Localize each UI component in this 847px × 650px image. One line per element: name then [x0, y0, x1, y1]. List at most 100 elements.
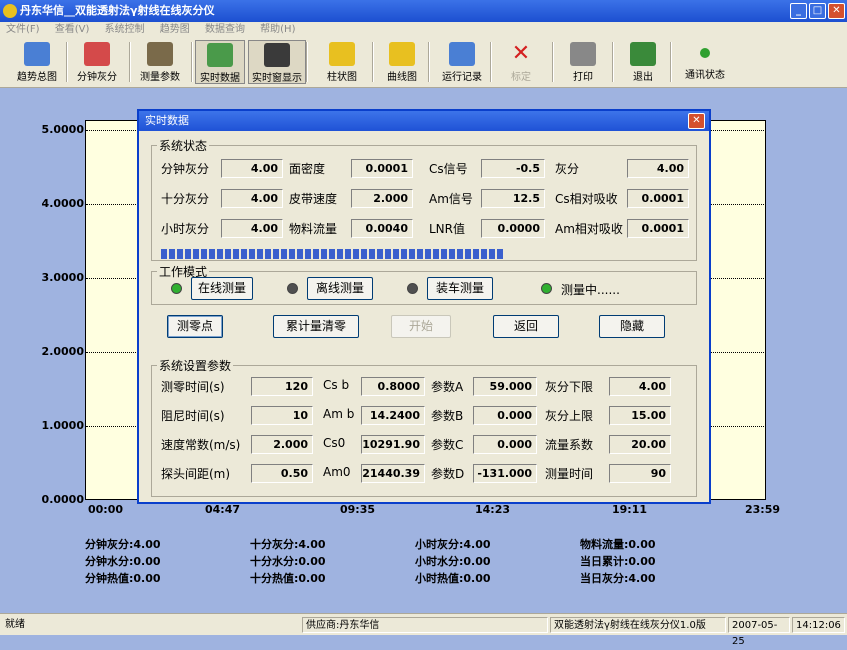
close-button[interactable]: ✕	[828, 3, 845, 19]
setting-value: 0.8000	[361, 377, 425, 396]
status-value: 0.0040	[351, 219, 413, 238]
status-value: 4.00	[221, 159, 283, 178]
mode-button-2[interactable]: 离线测量	[307, 277, 373, 300]
progress-segment	[225, 249, 231, 259]
progress-segment	[281, 249, 287, 259]
progress-segment	[345, 249, 351, 259]
minimize-button[interactable]: _	[790, 3, 807, 19]
back-button[interactable]: 返回	[493, 315, 559, 338]
toolbar-label: 标定	[511, 72, 531, 83]
progress-segment	[297, 249, 303, 259]
toolbar-separator	[490, 42, 492, 82]
status-value: 12.5	[481, 189, 545, 208]
settings-title: 系统设置参数	[157, 357, 234, 374]
progress-segment	[425, 249, 431, 259]
toolbar-separator	[191, 42, 193, 82]
toolbar-button-4[interactable]: 实时数据	[195, 40, 245, 84]
toolbar-separator	[612, 42, 614, 82]
toolbar-button-1[interactable]: 趋势总图	[10, 40, 64, 84]
status-bar: 就绪 供应商:丹东华信 双能透射法γ射线在线灰分仪1.0版 2007-05-25…	[0, 613, 847, 647]
status-date: 2007-05-25	[728, 617, 790, 647]
comm-status-icon	[700, 48, 710, 58]
setting-label: Cs0	[323, 436, 346, 450]
x-tick-label: 14:23	[475, 503, 511, 516]
mode-indicator-icon	[287, 283, 298, 294]
progress-segment	[361, 249, 367, 259]
setting-value: 0.50	[251, 464, 313, 483]
status-label: 物料流量	[289, 222, 338, 236]
setting-label: 参数D	[431, 467, 465, 481]
summary-stat: 十分水分:0.00	[250, 555, 326, 568]
setting-value: 90	[609, 464, 671, 483]
progress-segment	[217, 249, 223, 259]
status-value: 0.0000	[481, 219, 545, 238]
line-chart-icon	[389, 42, 415, 66]
menu-view[interactable]: 查看(V)	[49, 22, 96, 38]
toolbar-button-10[interactable]: 打印	[560, 40, 606, 84]
status-value: 0.0001	[627, 189, 689, 208]
setting-value: 0.000	[473, 435, 537, 454]
printer-icon	[570, 42, 596, 66]
progress-segment	[377, 249, 383, 259]
status-value: 4.00	[627, 159, 689, 178]
toolbar-button-7[interactable]: 曲线图	[378, 40, 426, 84]
zero-measure-button[interactable]: 测零点	[167, 315, 223, 338]
maximize-button[interactable]: □	[809, 3, 826, 19]
calibrate-icon: ✕	[511, 41, 531, 66]
setting-label: Am b	[323, 407, 355, 421]
summary-stat: 十分热值:0.00	[250, 572, 326, 585]
progress-segment	[193, 249, 199, 259]
progress-segment	[249, 249, 255, 259]
pie-chart-icon	[84, 42, 110, 66]
mode-indicator-icon	[171, 283, 182, 294]
menu-bar: 文件(F) 查看(V) 系统控制 趋势图 数据查询 帮助(H)	[0, 22, 847, 38]
x-tick-label: 19:11	[612, 503, 648, 516]
progress-segment	[433, 249, 439, 259]
setting-label: Am0	[323, 465, 351, 479]
setting-label: 测量时间	[545, 467, 594, 481]
mode-button-1[interactable]: 在线测量	[191, 277, 253, 300]
toolbar: 趋势总图 分钟灰分 测量参数 实时数据 实时窗显示 柱状图 曲线图 运行记录 ✕ 标定 打印 退出 通讯…	[0, 38, 847, 88]
mode-indicator-icon	[541, 283, 552, 294]
toolbar-button-8[interactable]: 运行记录	[433, 40, 491, 84]
progress-segment	[313, 249, 319, 259]
window-title: 丹东华信__双能透射法γ射线在线灰分仪	[20, 4, 215, 17]
toolbar-label: 趋势总图	[17, 72, 57, 83]
setting-label: 参数A	[431, 380, 464, 394]
status-label: Am信号	[429, 192, 473, 206]
menu-system-control[interactable]: 系统控制	[99, 22, 151, 38]
progress-segment	[241, 249, 247, 259]
status-label: 十分灰分	[161, 192, 210, 206]
setting-label: 阻尼时间(s)	[161, 409, 225, 423]
setting-label: 参数C	[431, 438, 464, 452]
menu-trend[interactable]: 趋势图	[154, 22, 196, 38]
toolbar-button-5[interactable]: 实时窗显示	[248, 40, 306, 84]
app-icon	[3, 4, 17, 18]
hide-button[interactable]: 隐藏	[599, 315, 665, 338]
bar-chart-icon	[329, 42, 355, 66]
y-tick-label: 3.0000	[41, 271, 84, 284]
toolbar-label: 通讯状态	[685, 70, 725, 81]
toolbar-button-12[interactable]: 通讯状态	[676, 40, 734, 84]
status-label: 面密度	[289, 162, 326, 176]
setting-label: 探头间距(m)	[161, 467, 231, 481]
realtime-data-icon	[207, 43, 233, 67]
toolbar-button-2[interactable]: 分钟灰分	[70, 40, 124, 84]
status-product: 双能透射法γ射线在线灰分仪1.0版	[550, 617, 726, 633]
toolbar-button-11[interactable]: 退出	[620, 40, 666, 84]
progress-bar	[161, 249, 691, 259]
mode-button-3[interactable]: 装车测量	[427, 277, 493, 300]
toolbar-button-9[interactable]: ✕ 标定	[498, 40, 544, 84]
toolbar-button-3[interactable]: 测量参数	[133, 40, 187, 84]
menu-data-query[interactable]: 数据查询	[199, 22, 251, 38]
progress-segment	[177, 249, 183, 259]
y-tick-label: 2.0000	[41, 345, 84, 358]
menu-help[interactable]: 帮助(H)	[254, 22, 301, 38]
status-supplier: 供应商:丹东华信	[302, 617, 548, 633]
setting-value: 59.000	[473, 377, 537, 396]
menu-file[interactable]: 文件(F)	[0, 22, 46, 38]
clear-accumulated-button[interactable]: 累计量清零	[273, 315, 359, 338]
toolbar-button-6[interactable]: 柱状图	[318, 40, 366, 84]
dialog-close-button[interactable]: ✕	[688, 113, 705, 129]
setting-value: 10	[251, 406, 313, 425]
